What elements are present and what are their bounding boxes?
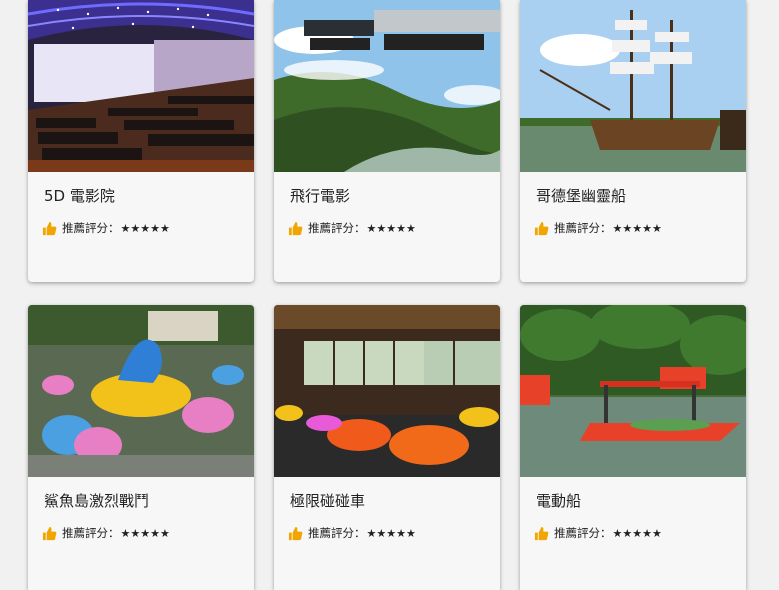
rating-stars: ★★★★★ bbox=[366, 221, 416, 235]
rating-label: 推薦評分： bbox=[308, 221, 366, 235]
attraction-grid: 5D 電影院 推薦評分： ★★★★★ 飛行電影 推薦評分： ★★★★★ 哥德堡幽… bbox=[0, 0, 779, 590]
attraction-rating: 推薦評分： ★★★★★ bbox=[288, 220, 486, 236]
attraction-photo[interactable] bbox=[274, 0, 500, 172]
attraction-photo[interactable] bbox=[28, 0, 254, 172]
rating-stars: ★★★★★ bbox=[612, 526, 662, 540]
thumbs-up-icon bbox=[534, 526, 549, 540]
thumbs-up-icon bbox=[42, 221, 57, 235]
rating-label: 推薦評分： bbox=[62, 221, 120, 235]
rating-label: 推薦評分： bbox=[554, 221, 612, 235]
rating-label: 推薦評分： bbox=[62, 526, 120, 540]
attraction-photo[interactable] bbox=[520, 0, 746, 172]
rating-stars: ★★★★★ bbox=[120, 526, 170, 540]
attraction-title[interactable]: 哥德堡幽靈船 bbox=[536, 186, 730, 206]
attraction-title[interactable]: 5D 電影院 bbox=[44, 186, 238, 206]
attraction-card[interactable]: 電動船 推薦評分： ★★★★★ bbox=[520, 305, 746, 590]
thumbs-up-icon bbox=[534, 221, 549, 235]
attraction-photo[interactable] bbox=[520, 305, 746, 477]
attraction-rating: 推薦評分： ★★★★★ bbox=[534, 220, 732, 236]
attraction-card[interactable]: 極限碰碰車 推薦評分： ★★★★★ bbox=[274, 305, 500, 590]
attraction-card[interactable]: 5D 電影院 推薦評分： ★★★★★ bbox=[28, 0, 254, 282]
thumbs-up-icon bbox=[42, 526, 57, 540]
thumbs-up-icon bbox=[288, 526, 303, 540]
thumbs-up-icon bbox=[288, 221, 303, 235]
attraction-card[interactable]: 哥德堡幽靈船 推薦評分： ★★★★★ bbox=[520, 0, 746, 282]
attraction-title[interactable]: 電動船 bbox=[536, 491, 730, 511]
attraction-photo[interactable] bbox=[274, 305, 500, 477]
attraction-title[interactable]: 極限碰碰車 bbox=[290, 491, 484, 511]
attraction-title[interactable]: 飛行電影 bbox=[290, 186, 484, 206]
attraction-rating: 推薦評分： ★★★★★ bbox=[534, 525, 732, 541]
rating-stars: ★★★★★ bbox=[120, 221, 170, 235]
attraction-rating: 推薦評分： ★★★★★ bbox=[288, 525, 486, 541]
rating-stars: ★★★★★ bbox=[366, 526, 416, 540]
attraction-rating: 推薦評分： ★★★★★ bbox=[42, 220, 240, 236]
attraction-rating: 推薦評分： ★★★★★ bbox=[42, 525, 240, 541]
attraction-photo[interactable] bbox=[28, 305, 254, 477]
rating-label: 推薦評分： bbox=[554, 526, 612, 540]
rating-stars: ★★★★★ bbox=[612, 221, 662, 235]
rating-label: 推薦評分： bbox=[308, 526, 366, 540]
attraction-card[interactable]: 飛行電影 推薦評分： ★★★★★ bbox=[274, 0, 500, 282]
attraction-title[interactable]: 鯊魚島激烈戰鬥 bbox=[44, 491, 238, 511]
attraction-card[interactable]: 鯊魚島激烈戰鬥 推薦評分： ★★★★★ bbox=[28, 305, 254, 590]
